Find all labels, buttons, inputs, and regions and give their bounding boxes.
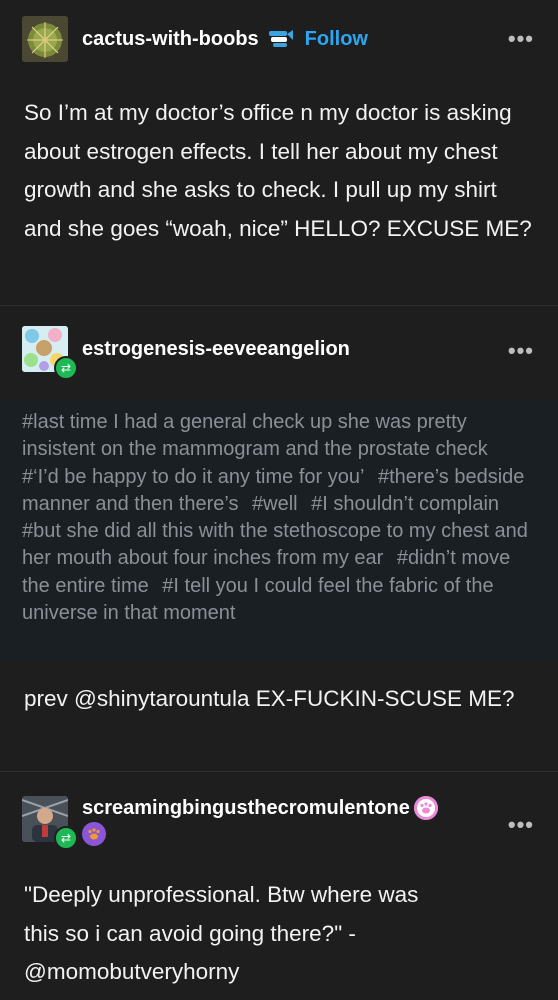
reblog-post: estrogenesis-eeveeangelion ⇄ ••• #last t… [0,306,558,770]
reblog-post: screamingbingusthecromulentone ⇄ ••• "De… [0,772,558,1000]
post-body: "Deeply unprofessional. Btw where was th… [24,882,419,984]
cactus-avatar[interactable] [22,16,68,62]
tags-block: #last time I had a general check up she … [0,400,558,662]
fish-badge-icon [267,28,293,50]
paw-badge-pink-icon [413,796,438,820]
more-options-icon[interactable]: ••• [508,338,534,364]
more-options-icon[interactable]: ••• [508,26,534,52]
post-header: cactus-with-boobs Follow [22,16,368,62]
username[interactable]: screamingbingusthecromulentone [82,797,410,820]
username[interactable]: estrogenesis-eeveeangelion [82,338,350,361]
reblog-icon: ⇄ [54,356,78,380]
tag[interactable]: #‘I’d be happy to do it any time for you… [22,466,364,488]
tag[interactable]: #last time I had a general check up she … [22,411,488,460]
username[interactable]: cactus-with-boobs [82,28,259,51]
reblog-icon: ⇄ [54,826,78,850]
more-options-icon[interactable]: ••• [508,812,534,838]
tag[interactable]: #well [252,493,298,515]
post-header: screamingbingusthecromulentone [22,796,438,846]
post-body: prev @shinytarountula EX-FUCKIN-SCUSE ME… [24,686,515,711]
paw-badge-orange-icon [82,822,106,846]
tag[interactable]: #I shouldn’t complain [311,493,499,515]
post-original: cactus-with-boobs Follow ••• So I’m at m… [0,0,558,304]
follow-button[interactable]: Follow [305,28,368,51]
post-body: So I’m at my doctor’s office n my doctor… [24,100,532,241]
